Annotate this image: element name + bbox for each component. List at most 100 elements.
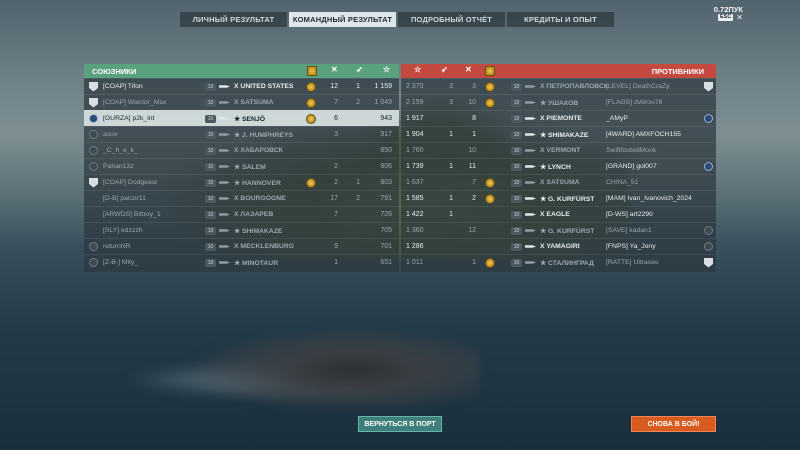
- base-xp-value: 1 286: [406, 243, 424, 250]
- allies-title: СОЮЗНИКИ: [92, 66, 137, 76]
- player-name: returnNR: [103, 243, 131, 250]
- tab-detailed-report[interactable]: ПОДРОБНЫЙ ОТЧЁТ: [398, 12, 505, 27]
- ship-prefix-icon: ★: [540, 195, 548, 203]
- tier-badge: 10: [511, 178, 522, 187]
- ally-row[interactable]: [GURZA] p2k_int 10 ★ SENJŌ 6 943: [84, 110, 399, 126]
- clan-badge-icon: [704, 162, 713, 171]
- ally-row[interactable]: asuv 10 ★ J. HUMPHREYS 3 917: [84, 126, 399, 142]
- base-xp-value: 2 159: [406, 99, 424, 106]
- ship-prefix-icon: ★: [540, 259, 548, 267]
- ally-row[interactable]: [COAP] Tifon 10 X UNITED STATES 12 1 1 159: [84, 78, 399, 94]
- enemy-row[interactable]: 1 637 7 10 X SATSUMA CHINA_51: [401, 174, 716, 190]
- ship-name-label: J. HUMPHREYS: [241, 131, 293, 139]
- enemy-row[interactable]: 1 917 8 10 X PIEMONTE _AMyP: [401, 110, 716, 126]
- tier-badge: 10: [205, 226, 216, 235]
- ship-class-icon: [525, 197, 536, 200]
- ship-name-label: PIEMONTE: [546, 115, 582, 122]
- ship-prefix-icon: ★: [540, 227, 548, 235]
- enemy-row[interactable]: 1 904 1 1 10 ★ SHIMAKAZE [4WARD] AMXFOCH155: [401, 126, 716, 142]
- player-name: [4WARD] AMXFOCH155: [606, 131, 681, 138]
- enemy-row[interactable]: 2 159 3 10 10 ★ УШАКОВ [FLAGS] dvbrou78: [401, 94, 716, 110]
- frags-value: 1: [472, 131, 476, 138]
- enemy-row[interactable]: 1 760 10 10 X VERMONT SwiftfootedMonk: [401, 142, 716, 158]
- enemy-row[interactable]: 2 370 3 3 10 X ПЕТРОПАВЛОВСК [LEVEL] DeathCra…: [401, 78, 716, 94]
- player-name: [Z-B-] Mity_: [103, 259, 139, 266]
- ally-row[interactable]: [Z-B-] Mity_ 10 ★ MINOTAUR 1 651: [84, 254, 399, 270]
- ship-class-icon: [525, 213, 536, 216]
- medal-icon: [485, 177, 495, 188]
- frags-value: 10: [468, 147, 476, 154]
- tier-badge: 10: [511, 162, 522, 171]
- ally-row[interactable]: [COAP] Warrior_Max 10 X SATSUMA 7 2 1 049: [84, 94, 399, 110]
- enemies-title: ПРОТИВНИКИ: [651, 66, 704, 76]
- rank-badge-icon: [89, 130, 98, 139]
- player-name: SwiftfootedMonk: [606, 147, 657, 154]
- base-xp-value: 1 159: [374, 83, 392, 90]
- esc-key-badge[interactable]: ESC: [717, 14, 734, 21]
- ship-name-label: SENJŌ: [241, 115, 266, 123]
- frags-icon: ✕: [465, 65, 472, 74]
- ally-row[interactable]: Pahan13z 10 ★ SALEM 2 806: [84, 158, 399, 174]
- enemy-row[interactable]: 1 585 1 2 10 ★ G. KURFÜRST [MAM] Ivan_Ivanovi…: [401, 190, 716, 206]
- enemies-header: ☆ ➶ ✕ ПРОТИВНИКИ: [401, 64, 716, 78]
- tier-badge: 10: [205, 82, 216, 91]
- ship-class-icon: [219, 245, 230, 248]
- enemy-row[interactable]: 1 011 1 10 ★ СТАЛИНГРАД [RATTE] Ultrases: [401, 254, 716, 270]
- ally-row[interactable]: [COAP] Dodgeast 10 ★ HANNOVER 2 1 803: [84, 174, 399, 190]
- tier-badge: 10: [205, 258, 216, 267]
- ship-class-icon: [525, 85, 536, 88]
- ally-row[interactable]: [ARWDS] Bittroy_1 10 X ЛАЗАРЕВ 7 726: [84, 206, 399, 222]
- player-name: [COAP] Warrior_Max: [103, 99, 167, 106]
- ship-name: ★ LYNCH: [540, 163, 610, 171]
- frags-value: 12: [330, 83, 338, 90]
- medal-icon: [306, 177, 316, 188]
- frags-value: 2: [334, 163, 338, 170]
- ship-class-icon: [219, 261, 230, 264]
- enemy-row[interactable]: 1 286 10 X YAMAGIRI [FNPS] Ya_Jony: [401, 238, 716, 254]
- close-icon[interactable]: ✕: [736, 14, 743, 22]
- ship-name-label: G. KURFÜRST: [547, 195, 595, 203]
- ship-name: X ХАБАРОВСК: [234, 147, 354, 154]
- ally-row[interactable]: returnNR 10 X MECKLENBURG 9 701: [84, 238, 399, 254]
- tier-badge: 10: [511, 114, 522, 123]
- ship-class-icon: [525, 101, 536, 104]
- tier-badge: 10: [205, 146, 216, 155]
- player-name: Pahan13z: [103, 163, 134, 170]
- ship-class-icon: [525, 165, 536, 168]
- tab-credits-xp[interactable]: КРЕДИТЫ И ОПЫТ: [507, 12, 614, 27]
- player-name: [SLY] edzzzh: [103, 227, 143, 234]
- frags-icon: ✕: [331, 65, 338, 74]
- base-xp-value: 1 739: [406, 163, 424, 170]
- base-xp-value: 651: [380, 259, 392, 266]
- tier-badge: 10: [205, 98, 216, 107]
- ship-prefix-icon: ★: [234, 131, 242, 139]
- planes-icon: ➶: [356, 65, 363, 74]
- enemy-row[interactable]: 1 422 1 10 X EAGLE [D-WS] art2290: [401, 206, 716, 222]
- base-xp-value: 701: [380, 243, 392, 250]
- base-xp-value: 917: [380, 131, 392, 138]
- base-xp-value: 1 760: [406, 147, 424, 154]
- rank-badge-icon: [704, 226, 713, 235]
- tab-team-result[interactable]: КОМАНДНЫЙ РЕЗУЛЬТАТ: [289, 12, 396, 27]
- ship-class-icon: [219, 197, 230, 200]
- ship-name-label: UNITED STATES: [240, 83, 294, 90]
- ally-row[interactable]: [SLY] edzzzh 10 ★ SHIMAKAZE 705: [84, 222, 399, 238]
- frags-value: 9: [334, 243, 338, 250]
- return-to-port-button[interactable]: ВЕРНУТЬСЯ В ПОРТ: [358, 416, 442, 432]
- allies-panel: СОЮЗНИКИ ✕ ➶ ☆ [COAP] Tifon 10 X UNITED ST…: [84, 64, 399, 272]
- planes-value: 1: [449, 131, 453, 138]
- enemy-row[interactable]: 1 360 12 10 ★ G. KURFÜRST [SAVE] kadan1: [401, 222, 716, 238]
- ally-row[interactable]: _C_h_e_k_ 10 X ХАБАРОВСК 850: [84, 142, 399, 158]
- rank-badge-icon: [89, 162, 98, 171]
- ship-name-label: SALEM: [241, 163, 266, 171]
- ship-name-label: ПЕТРОПАВЛОВСК: [546, 83, 609, 90]
- ship-name-label: BOURGOGNE: [240, 195, 286, 202]
- enemy-row[interactable]: 1 739 1 11 10 ★ LYNCH [GRAND] gol007: [401, 158, 716, 174]
- ship-class-icon: [525, 181, 536, 184]
- ally-row[interactable]: [D-B] panzir11 10 X BOURGOGNE 17 2 791: [84, 190, 399, 206]
- battle-again-button[interactable]: СНОВА В БОЙ!: [631, 416, 716, 432]
- planes-value: 1: [449, 211, 453, 218]
- ship-name-label: SATSUMA: [546, 179, 580, 186]
- ship-name-label: LYNCH: [547, 163, 571, 171]
- tab-personal-result[interactable]: ЛИЧНЫЙ РЕЗУЛЬТАТ: [180, 12, 287, 27]
